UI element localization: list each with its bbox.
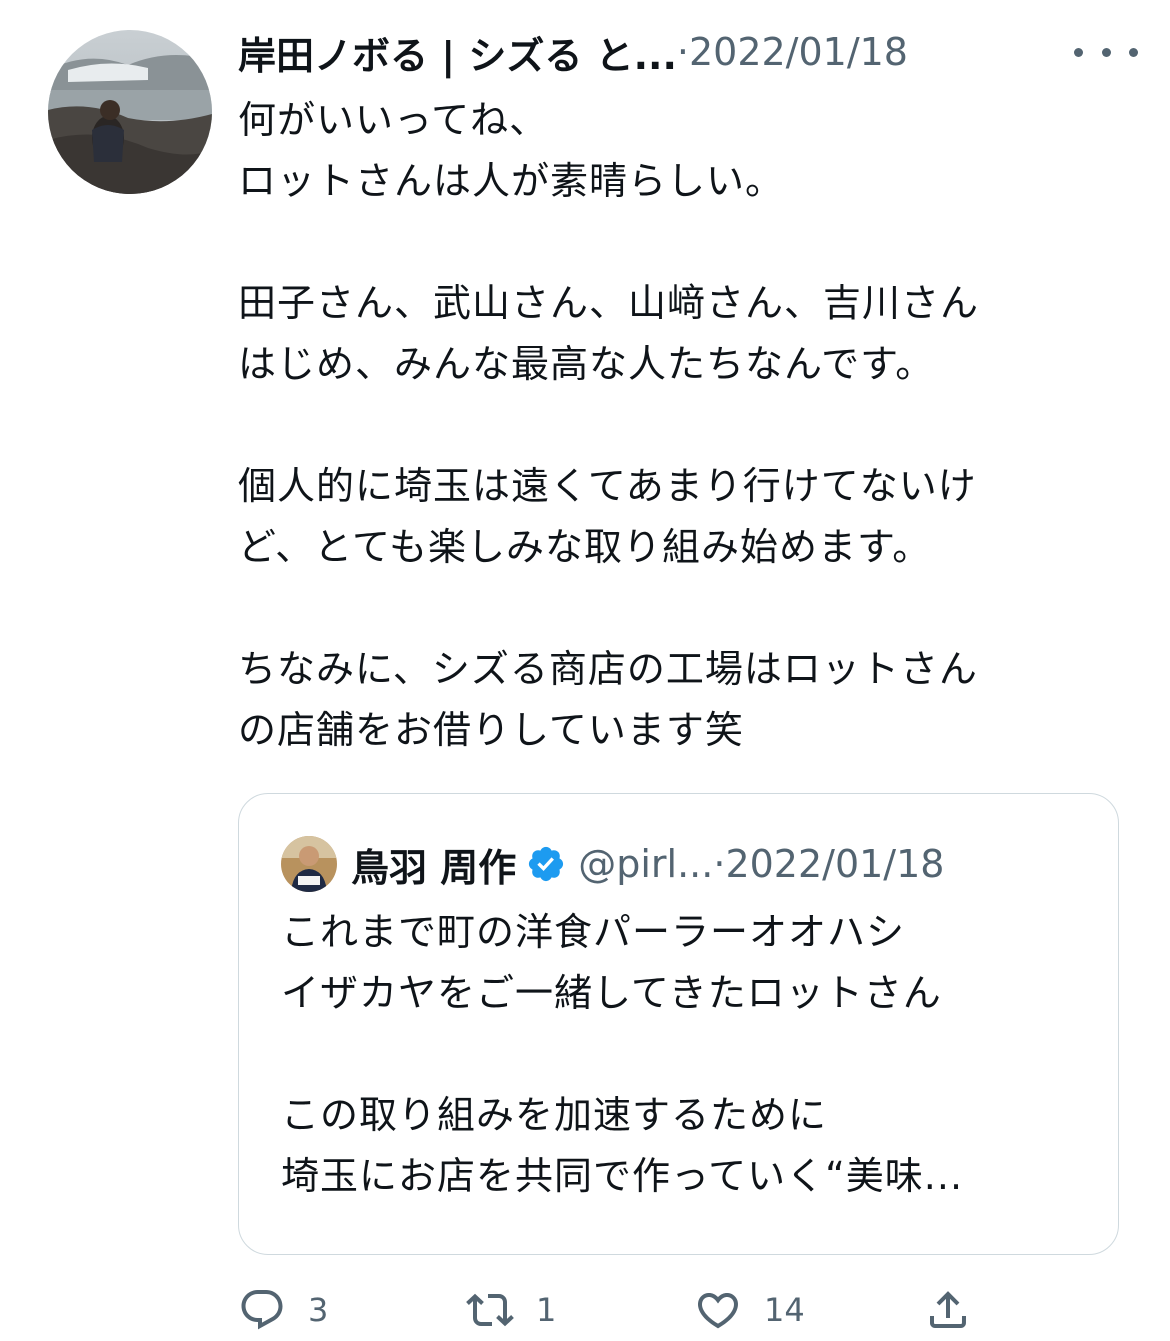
author-avatar[interactable] (48, 30, 212, 194)
quoted-tweet-header: 鳥羽 周作 @pirl... · 2022/01/18 (281, 834, 1101, 894)
like-button[interactable]: 14 (694, 1280, 805, 1340)
heart-icon (697, 1293, 739, 1329)
quoted-author-name: 鳥羽 周作 (351, 845, 517, 890)
quoted-meta-separator: · (713, 842, 726, 886)
quoted-handle: @pirl... (578, 842, 714, 886)
retweet-icon (466, 1293, 514, 1327)
more-icon[interactable] (1074, 34, 1138, 70)
share-icon (930, 1291, 966, 1328)
tweet-text: 何がいいってね、 ロットさんは人が素晴らしい。 田子さん、武山さん、山﨑さん、吉… (238, 98, 980, 752)
share-button[interactable] (924, 1280, 994, 1340)
action-bar: 3 1 14 (238, 1280, 998, 1340)
like-count: 14 (764, 1291, 805, 1329)
reply-icon (241, 1290, 283, 1330)
reply-button[interactable]: 3 (238, 1280, 328, 1340)
meta-separator: · (676, 30, 689, 74)
quoted-date: 2022/01/18 (725, 842, 945, 886)
retweet-count: 1 (536, 1291, 557, 1329)
quoted-tweet[interactable]: 鳥羽 周作 @pirl... · 2022/01/18 これまで町の洋食パーラー… (238, 793, 1119, 1255)
tweet-header: 岸田ノボる | シズる と... · 2022/01/18 (238, 24, 1138, 80)
quoted-tweet-text: これまで町の洋食パーラーオオハシ イザカヤをご一緒してきたロットさん この取り組… (281, 910, 964, 1198)
verified-badge-icon (529, 846, 564, 882)
retweet-button[interactable]: 1 (466, 1280, 556, 1340)
quoted-author-avatar (281, 836, 337, 892)
tweet-date[interactable]: 2022/01/18 (689, 30, 908, 74)
reply-count: 3 (308, 1291, 329, 1329)
author-name[interactable]: 岸田ノボる | シズる と... (238, 25, 677, 80)
